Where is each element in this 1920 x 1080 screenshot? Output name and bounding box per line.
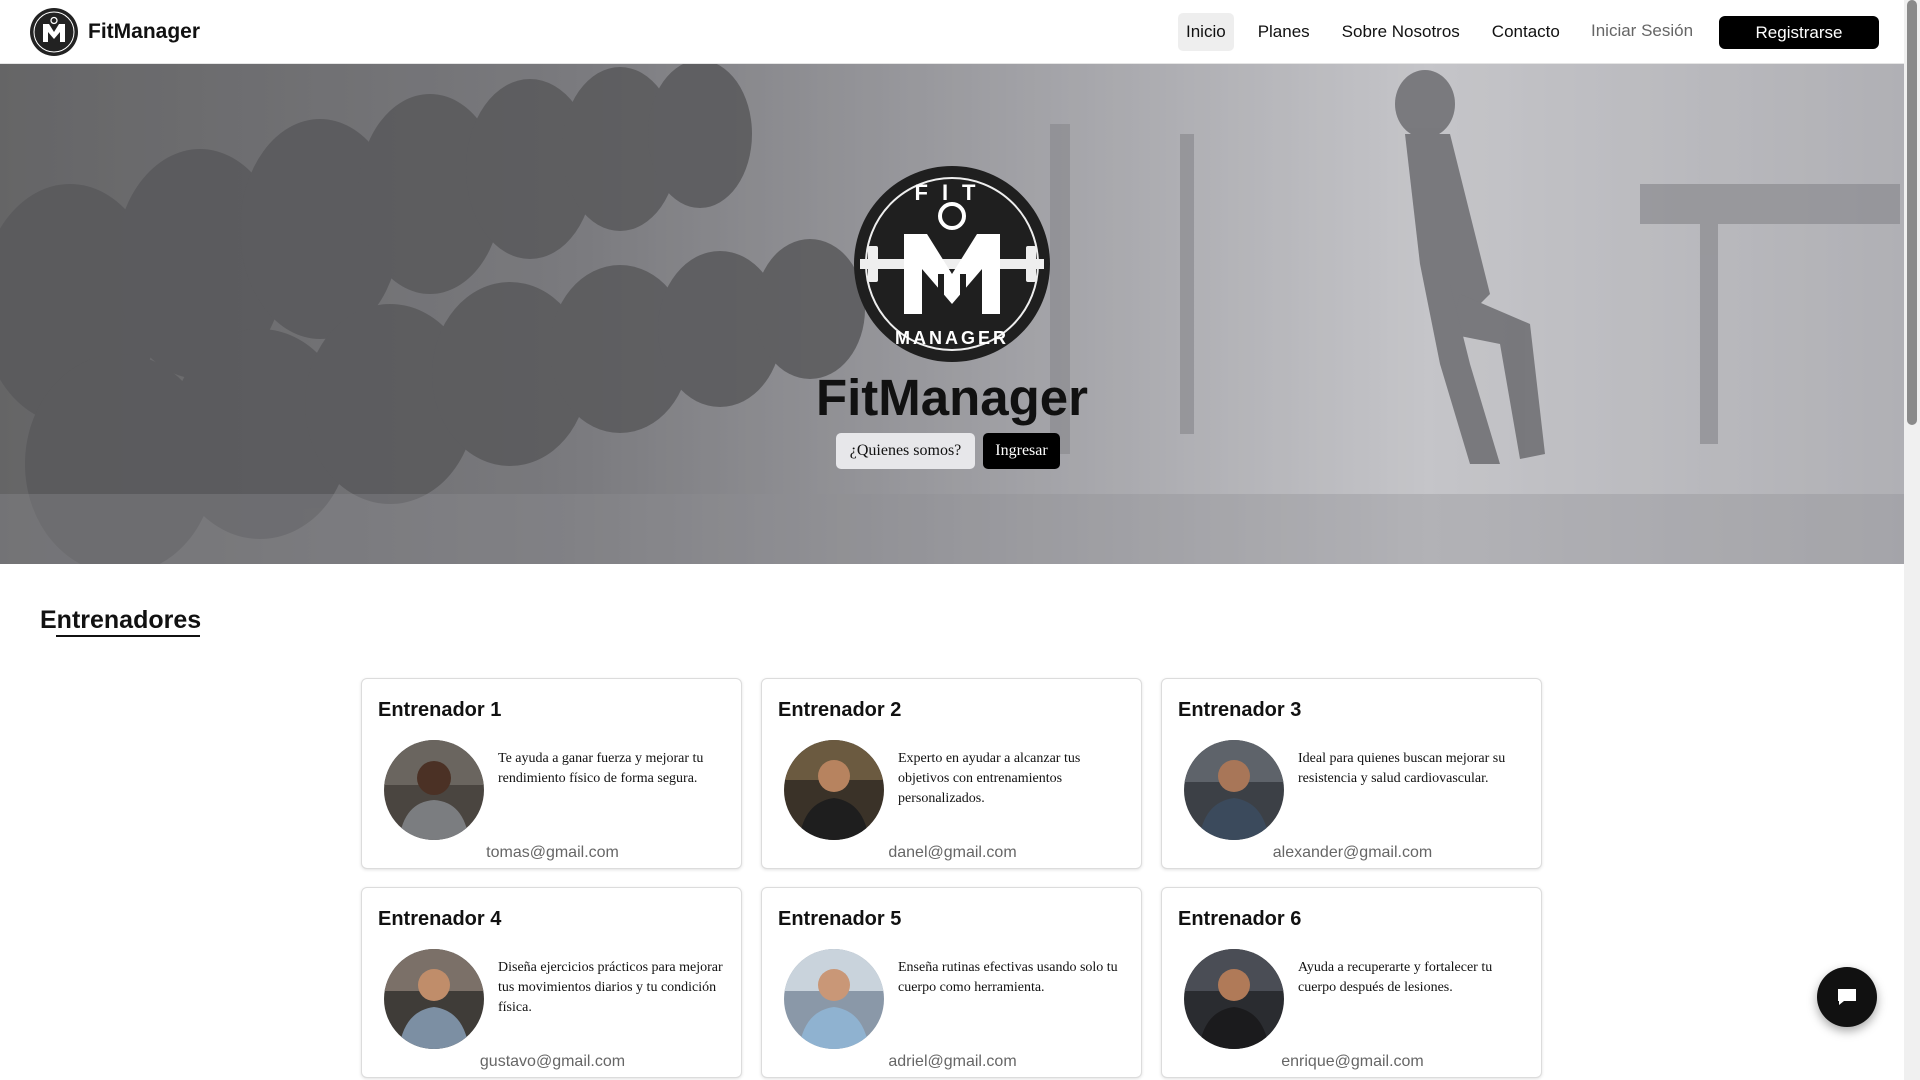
trainer-avatar bbox=[384, 740, 484, 840]
chat-bubble-icon bbox=[1838, 989, 1856, 1005]
register-button[interactable]: Registrarse bbox=[1719, 16, 1879, 49]
trainer-card: Entrenador 6 Ayuda a recuperarte y forta… bbox=[1161, 887, 1542, 1078]
trainer-card: Entrenador 5 Enseña rutinas efectivas us… bbox=[761, 887, 1142, 1078]
trainer-email[interactable]: gustavo@gmail.com bbox=[362, 1053, 743, 1071]
nav-inicio[interactable]: Inicio bbox=[1178, 13, 1234, 51]
trainer-name: Entrenador 2 bbox=[778, 699, 902, 721]
top-navbar: FitManager Inicio Planes Sobre Nosotros … bbox=[0, 0, 1904, 64]
about-us-button[interactable]: ¿Quienes somos? bbox=[836, 433, 975, 469]
main-nav: Inicio Planes Sobre Nosotros Contacto bbox=[1178, 13, 1584, 51]
trainer-name: Entrenador 6 bbox=[1178, 908, 1302, 930]
trainer-name: Entrenador 5 bbox=[778, 908, 902, 930]
trainer-email[interactable]: alexander@gmail.com bbox=[1162, 844, 1543, 862]
nav-contacto[interactable]: Contacto bbox=[1484, 13, 1568, 51]
hero-banner: FIT MANAGER FitManager ¿Quienes somos? I… bbox=[0, 64, 1904, 564]
trainer-description: Te ayuda a ganar fuerza y mejorar tu ren… bbox=[498, 751, 704, 786]
trainer-description: Experto en ayudar a alcanzar tus objetiv… bbox=[898, 751, 1081, 806]
section-title: Entrenadores bbox=[40, 606, 202, 634]
brand-name: FitManager bbox=[88, 20, 201, 43]
hero-title: FitManager bbox=[815, 369, 1089, 426]
fitmanager-logo-icon bbox=[30, 8, 78, 56]
trainer-avatar bbox=[384, 949, 484, 1049]
trainer-card: Entrenador 4 Diseña ejercicios prácticos… bbox=[361, 887, 742, 1078]
trainer-description: Diseña ejercicios prácticos para mejorar… bbox=[498, 960, 723, 1015]
scrollbar-thumb[interactable] bbox=[1907, 0, 1917, 425]
trainer-email[interactable]: danel@gmail.com bbox=[762, 844, 1143, 862]
svg-text:FIT: FIT bbox=[915, 180, 990, 205]
chat-button[interactable] bbox=[1817, 967, 1877, 1027]
login-link[interactable]: Iniciar Sesión bbox=[1591, 21, 1693, 41]
trainer-name: Entrenador 1 bbox=[378, 699, 502, 721]
trainer-card: Entrenador 3 Ideal para quienes buscan m… bbox=[1161, 678, 1542, 869]
svg-text:MANAGER: MANAGER bbox=[895, 328, 1009, 348]
trainer-description: Enseña rutinas efectivas usando solo tu … bbox=[898, 960, 1118, 995]
brand[interactable]: FitManager bbox=[29, 7, 200, 57]
fitmanager-emblem-icon: FIT MANAGER bbox=[854, 166, 1050, 362]
trainer-description: Ayuda a recuperarte y fortalecer tu cuer… bbox=[1298, 960, 1493, 995]
trainer-card: Entrenador 2 Experto en ayudar a alcanza… bbox=[761, 678, 1142, 869]
trainer-email[interactable]: enrique@gmail.com bbox=[1162, 1053, 1543, 1071]
trainer-name: Entrenador 3 bbox=[1178, 699, 1302, 721]
trainer-grid: Entrenador 1 Te ayuda a ganar fuerza y m… bbox=[361, 678, 1542, 1078]
nav-planes[interactable]: Planes bbox=[1250, 13, 1318, 51]
trainer-avatar bbox=[1184, 949, 1284, 1049]
enter-button[interactable]: Ingresar bbox=[983, 433, 1060, 469]
trainer-avatar bbox=[784, 949, 884, 1049]
page-scrollbar[interactable] bbox=[1904, 0, 1920, 1080]
trainer-avatar bbox=[784, 740, 884, 840]
hero-actions: ¿Quienes somos? Ingresar bbox=[836, 433, 1060, 469]
nav-sobre-nosotros[interactable]: Sobre Nosotros bbox=[1334, 13, 1468, 51]
section-underline bbox=[56, 635, 200, 637]
trainer-avatar bbox=[1184, 740, 1284, 840]
trainer-email[interactable]: tomas@gmail.com bbox=[362, 844, 743, 862]
trainer-card: Entrenador 1 Te ayuda a ganar fuerza y m… bbox=[361, 678, 742, 869]
trainer-email[interactable]: adriel@gmail.com bbox=[762, 1053, 1143, 1071]
trainer-name: Entrenador 4 bbox=[378, 908, 502, 930]
trainer-description: Ideal para quienes buscan mejorar su res… bbox=[1298, 751, 1506, 786]
